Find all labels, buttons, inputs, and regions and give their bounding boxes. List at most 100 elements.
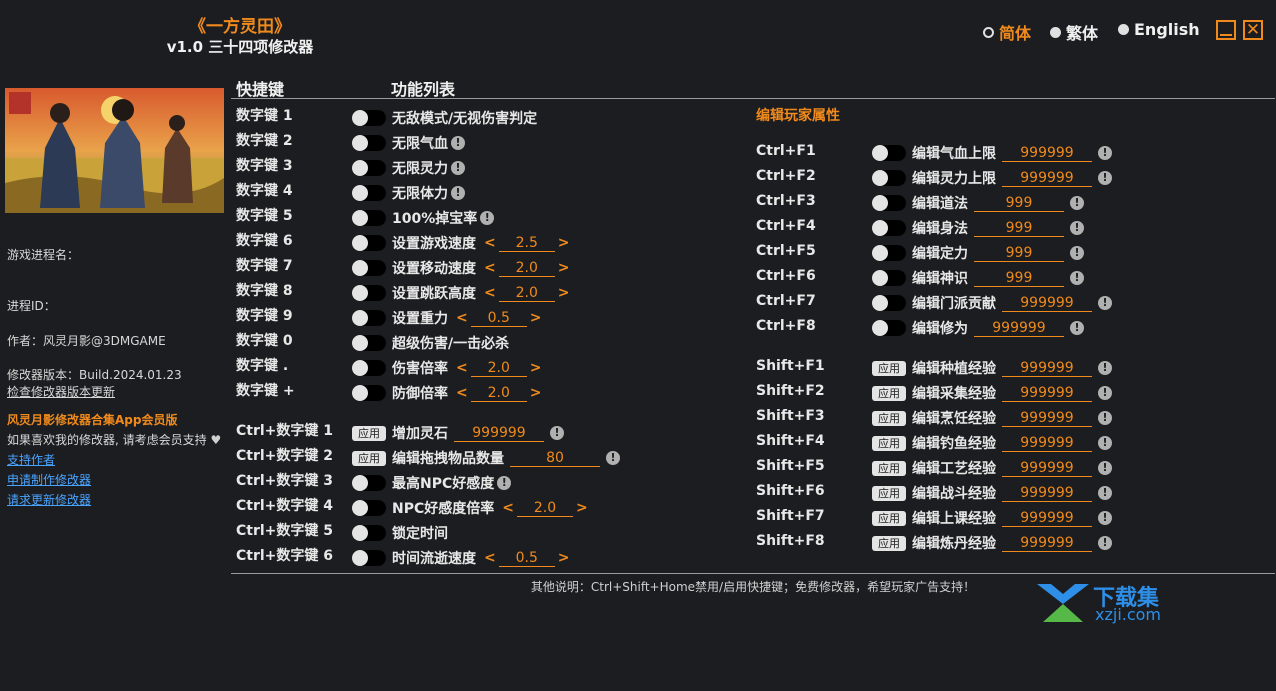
apply-button[interactable]: 应用 — [352, 425, 386, 441]
value-input[interactable]: 2.0 — [470, 384, 527, 402]
apply-button[interactable]: 应用 — [872, 410, 906, 426]
increase-arrow-icon[interactable]: > — [558, 550, 570, 566]
feature-toggle[interactable] — [872, 270, 906, 286]
value-input[interactable]: 999 — [974, 269, 1064, 287]
value-input[interactable]: 999 — [974, 244, 1064, 262]
lang-option-english[interactable]: English — [1118, 20, 1200, 39]
info-icon[interactable]: ! — [1070, 271, 1084, 285]
feature-toggle[interactable] — [352, 135, 386, 151]
lang-option-simplified[interactable]: 简体 — [983, 20, 1031, 44]
increase-arrow-icon[interactable]: > — [558, 285, 570, 301]
info-icon[interactable]: ! — [1098, 411, 1112, 425]
feature-toggle[interactable] — [872, 170, 906, 186]
value-input[interactable]: 999999 — [1002, 534, 1092, 552]
info-icon[interactable]: ! — [1098, 461, 1112, 475]
info-icon[interactable]: ! — [480, 211, 495, 225]
info-icon[interactable]: ! — [1098, 386, 1112, 400]
value-input[interactable]: 999999 — [1002, 484, 1092, 502]
close-icon[interactable]: ✕ — [1243, 20, 1263, 40]
value-input[interactable]: 999999 — [1002, 294, 1092, 312]
apply-button[interactable]: 应用 — [872, 510, 906, 526]
feature-toggle[interactable] — [872, 145, 906, 161]
info-icon[interactable]: ! — [550, 426, 564, 440]
decrease-arrow-icon[interactable]: < — [502, 500, 514, 516]
decrease-arrow-icon[interactable]: < — [456, 385, 468, 401]
info-icon[interactable]: ! — [1098, 296, 1112, 310]
decrease-arrow-icon[interactable]: < — [484, 260, 496, 276]
apply-button[interactable]: 应用 — [872, 535, 906, 551]
feature-toggle[interactable] — [352, 185, 386, 201]
value-input[interactable]: 999999 — [1002, 144, 1092, 162]
feature-toggle[interactable] — [352, 310, 386, 326]
feature-toggle[interactable] — [352, 260, 386, 276]
feature-toggle[interactable] — [352, 335, 386, 351]
minimize-icon[interactable] — [1216, 20, 1236, 40]
decrease-arrow-icon[interactable]: < — [484, 235, 496, 251]
decrease-arrow-icon[interactable]: < — [456, 310, 468, 326]
lang-option-traditional[interactable]: 繁体 — [1050, 20, 1098, 44]
value-input[interactable]: 999999 — [1002, 459, 1092, 477]
value-input[interactable]: 999999 — [1002, 384, 1092, 402]
value-input[interactable]: 2.0 — [517, 499, 573, 517]
request-trainer-link[interactable]: 申请制作修改器 — [7, 471, 91, 488]
value-input[interactable]: 999999 — [1002, 509, 1092, 527]
app-promo-link[interactable]: 风灵月影修改器合集App会员版 — [7, 411, 177, 428]
value-input[interactable]: 999 — [974, 219, 1064, 237]
feature-toggle[interactable] — [352, 235, 386, 251]
apply-button[interactable]: 应用 — [872, 485, 906, 501]
value-input[interactable]: 999999 — [1002, 169, 1092, 187]
feature-toggle[interactable] — [872, 245, 906, 261]
apply-button[interactable]: 应用 — [872, 435, 906, 451]
increase-arrow-icon[interactable]: > — [576, 500, 588, 516]
value-input[interactable]: 0.5 — [470, 309, 527, 327]
info-icon[interactable]: ! — [1070, 246, 1084, 260]
feature-toggle[interactable] — [352, 110, 386, 126]
value-input[interactable]: 2.5 — [498, 234, 555, 252]
feature-toggle[interactable] — [872, 195, 906, 211]
increase-arrow-icon[interactable]: > — [530, 385, 542, 401]
value-input[interactable]: 2.0 — [498, 284, 555, 302]
decrease-arrow-icon[interactable]: < — [484, 285, 496, 301]
info-icon[interactable]: ! — [1098, 511, 1112, 525]
info-icon[interactable]: ! — [1070, 321, 1084, 335]
feature-toggle[interactable] — [352, 360, 386, 376]
feature-toggle[interactable] — [352, 475, 386, 491]
info-icon[interactable]: ! — [1098, 486, 1112, 500]
info-icon[interactable]: ! — [497, 476, 512, 490]
feature-toggle[interactable] — [352, 550, 386, 566]
decrease-arrow-icon[interactable]: < — [456, 360, 468, 376]
apply-button[interactable]: 应用 — [872, 460, 906, 476]
info-icon[interactable]: ! — [1098, 361, 1112, 375]
check-update-link[interactable]: 检查修改器版本更新 — [7, 383, 115, 400]
feature-toggle[interactable] — [352, 385, 386, 401]
info-icon[interactable]: ! — [1070, 221, 1084, 235]
info-icon[interactable]: ! — [606, 451, 620, 465]
value-input[interactable]: 999999 — [974, 319, 1064, 337]
feature-toggle[interactable] — [352, 160, 386, 176]
value-input[interactable]: 999999 — [1002, 409, 1092, 427]
value-input[interactable]: 80 — [510, 449, 600, 467]
info-icon[interactable]: ! — [1070, 196, 1084, 210]
increase-arrow-icon[interactable]: > — [530, 360, 542, 376]
value-input[interactable]: 999999 — [1002, 359, 1092, 377]
info-icon[interactable]: ! — [451, 161, 465, 175]
feature-toggle[interactable] — [872, 295, 906, 311]
info-icon[interactable]: ! — [1098, 436, 1112, 450]
feature-toggle[interactable] — [352, 210, 386, 226]
increase-arrow-icon[interactable]: > — [558, 260, 570, 276]
increase-arrow-icon[interactable]: > — [530, 310, 542, 326]
value-input[interactable]: 999999 — [454, 424, 544, 442]
apply-button[interactable]: 应用 — [872, 385, 906, 401]
value-input[interactable]: 999999 — [1002, 434, 1092, 452]
info-icon[interactable]: ! — [1098, 536, 1112, 550]
apply-button[interactable]: 应用 — [352, 450, 386, 466]
info-icon[interactable]: ! — [1098, 171, 1112, 185]
apply-button[interactable]: 应用 — [872, 360, 906, 376]
feature-toggle[interactable] — [872, 220, 906, 236]
info-icon[interactable]: ! — [451, 186, 465, 200]
value-input[interactable]: 2.0 — [498, 259, 555, 277]
value-input[interactable]: 0.5 — [498, 549, 555, 567]
feature-toggle[interactable] — [352, 500, 386, 516]
support-author-link[interactable]: 支持作者 — [7, 451, 55, 468]
value-input[interactable]: 2.0 — [470, 359, 527, 377]
